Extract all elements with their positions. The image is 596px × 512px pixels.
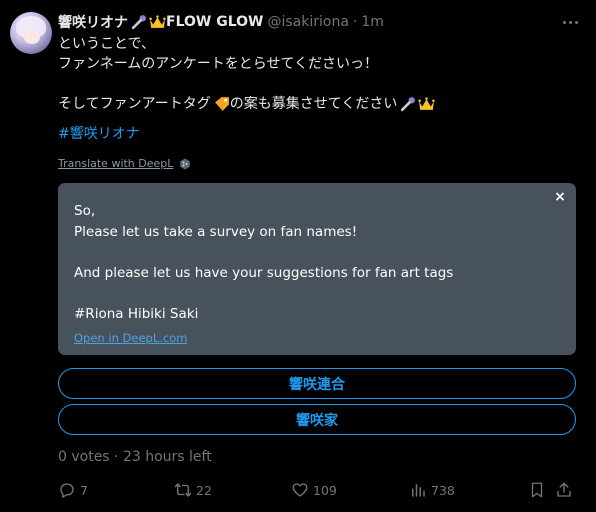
tweet-actions: 7 22 109 738 [58,481,580,501]
like-count: 109 [313,482,337,498]
open-in-deepl-link[interactable]: Open in DeepL.com [74,331,187,345]
reply-button[interactable]: 7 [58,481,88,499]
poll-option-2[interactable]: 響咲家 [58,404,576,435]
reply-icon [60,483,74,498]
bookmark-icon [531,482,543,498]
share-button[interactable] [555,481,577,499]
translation-line-blank [74,242,453,263]
translate-button[interactable]: Translate with DeepL [58,157,191,170]
translation-text: So, Please let us take a survey on fan n… [74,201,453,324]
like-button[interactable]: 109 [291,481,337,499]
avatar-face [24,30,40,44]
user-handle[interactable]: @isakiriona [267,14,348,30]
share-icon [557,482,571,497]
deepl-logo-icon [180,158,191,169]
translation-line-blank [74,283,453,304]
display-name-suffix[interactable]: FLOW GLOW [166,14,263,30]
tweet-line: ファンネームのアンケートをとらせてくださいっ！ [58,56,379,72]
translation-line: So, [74,203,96,219]
bookmark-button[interactable] [528,481,550,499]
heart-icon [292,483,308,497]
hashtag-link[interactable]: #響咲リオナ [58,124,435,144]
close-icon[interactable]: × [553,189,567,205]
views-chart-icon [412,484,425,497]
translation-line: #Riona Hibiki Saki [74,305,199,322]
crown-icon [418,96,436,110]
crown-icon [149,14,166,28]
retweet-button[interactable]: 22 [174,481,212,499]
tweet-text: ということで、 ファンネームのアンケートをとらせてくださいっ！ そしてファンアー… [58,34,436,144]
avatar[interactable] [10,12,52,54]
separator-dot: · [352,14,358,30]
retweet-count: 22 [196,482,212,498]
poll-option-1[interactable]: 響咲連合 [58,368,576,399]
reply-count: 7 [80,482,88,498]
tweet-line-text: そしてファンアートタグ [58,96,211,112]
tweet-line: ということで、 [58,36,156,52]
tweet-line-text: の案も募集させてください [229,96,398,112]
retweet-icon [174,483,192,497]
views-count: 738 [431,482,455,498]
translation-line: Please let us take a survey on fan names… [74,223,358,240]
translation-panel: × So, Please let us take a survey on fan… [58,183,576,355]
timestamp[interactable]: 1m [361,14,384,30]
microphone-icon [401,96,416,111]
display-name[interactable]: 響咲リオナ [58,12,128,32]
translate-label: Translate with DeepL [58,157,174,170]
microphone-icon [131,14,146,29]
translation-line: And please let us have your suggestions … [74,264,454,281]
poll-status: 0 votes · 23 hours left [58,449,212,465]
tweet-header: 響咲リオナ FLOW GLOW @isakiriona · 1m [58,12,384,32]
tweet-line: そしてファンアートタグ の案も募集させてください [58,94,436,114]
label-tag-icon [214,96,229,111]
views-button[interactable]: 738 [409,481,455,499]
more-options-icon[interactable] [560,13,580,31]
